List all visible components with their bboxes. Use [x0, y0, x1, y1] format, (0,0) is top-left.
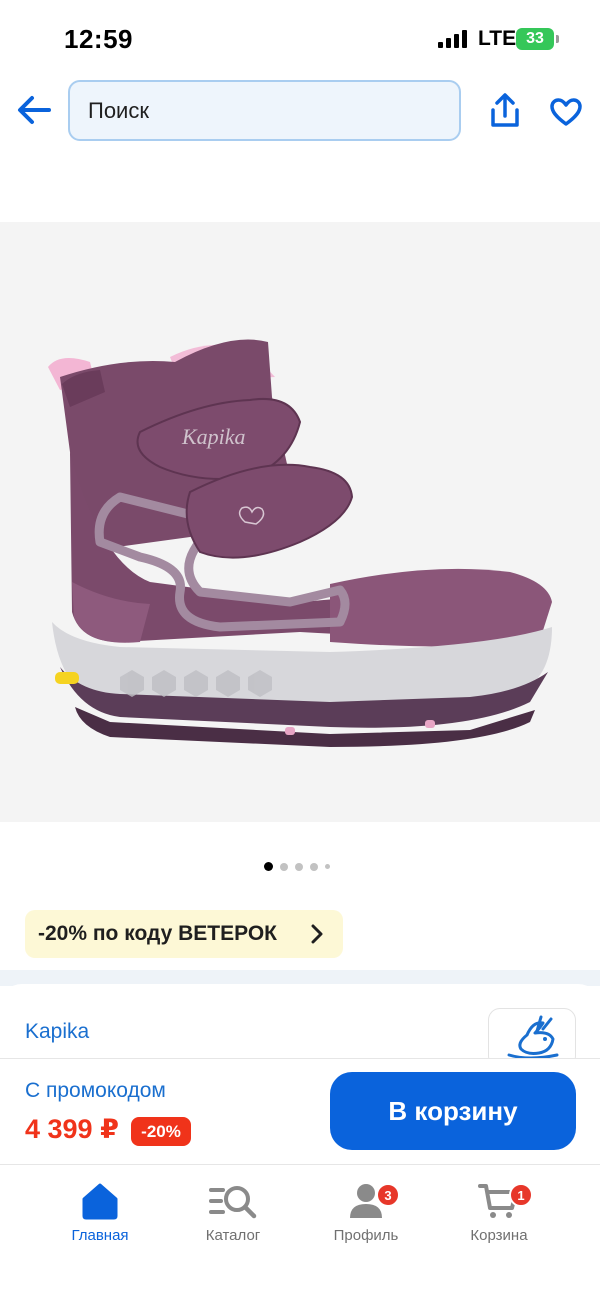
nav-label-catalog: Каталог	[205, 1227, 261, 1244]
chevron-right-icon	[311, 924, 323, 944]
promo-code-banner[interactable]: -20% по коду ВЕТЕРОК	[25, 910, 343, 958]
share-button[interactable]	[486, 90, 524, 132]
top-bar	[0, 80, 600, 142]
status-time: 12:59	[64, 24, 133, 54]
nav-item-profile[interactable]: 3 Профиль	[316, 1179, 416, 1244]
search-field[interactable]	[68, 80, 461, 141]
discount-badge: -20%	[131, 1117, 191, 1146]
battery-icon: 33	[516, 28, 554, 50]
signal-icon	[438, 30, 467, 48]
profile-badge: 3	[376, 1183, 400, 1207]
product-image[interactable]: Kapika	[0, 222, 600, 822]
battery-level: 33	[526, 30, 544, 47]
promo-price-label: С промокодом	[25, 1079, 166, 1102]
battery-tip	[556, 35, 559, 43]
brand-link[interactable]: Kapika	[25, 1020, 89, 1044]
share-icon	[491, 93, 519, 127]
add-to-cart-button[interactable]: В корзину	[330, 1072, 576, 1150]
gallery-dot-5[interactable]	[325, 864, 330, 869]
catalog-search-icon	[209, 1186, 257, 1219]
price-cart-bar: С промокодом 4 399 ₽ -20% В корзину	[0, 1058, 600, 1164]
product-photo-boot: Kapika	[48, 339, 552, 747]
nav-label-home: Главная	[71, 1227, 129, 1244]
heart-icon	[550, 98, 582, 126]
home-icon	[82, 1183, 118, 1220]
price: 4 399 ₽	[25, 1114, 119, 1144]
gallery-dot-2[interactable]	[280, 862, 288, 871]
nav-item-home[interactable]: Главная	[50, 1179, 150, 1244]
promo-code-text: -20% по коду ВЕТЕРОК	[38, 922, 277, 945]
bottom-nav: Главная Каталог 3 Профиль 1 Корзина	[0, 1164, 600, 1297]
svg-text:Kapika: Kapika	[181, 424, 246, 449]
gallery-dot-3[interactable]	[295, 862, 303, 871]
network-type: LTE	[478, 27, 517, 50]
favorite-button[interactable]	[546, 92, 586, 132]
nav-item-catalog[interactable]: Каталог	[183, 1179, 283, 1244]
status-bar: 12:59 LTE 33	[0, 0, 600, 80]
arrow-left-icon	[18, 96, 51, 124]
nav-label-profile: Профиль	[333, 1227, 399, 1244]
back-button[interactable]	[14, 88, 54, 132]
gallery-dot-1[interactable]	[264, 862, 273, 871]
nav-label-cart: Корзина	[470, 1227, 528, 1244]
gallery-dot-4[interactable]	[310, 862, 318, 871]
nav-item-cart[interactable]: 1 Корзина	[449, 1179, 549, 1244]
gallery-pagination[interactable]	[264, 862, 330, 871]
search-input[interactable]	[88, 97, 428, 124]
cart-badge: 1	[509, 1183, 533, 1207]
